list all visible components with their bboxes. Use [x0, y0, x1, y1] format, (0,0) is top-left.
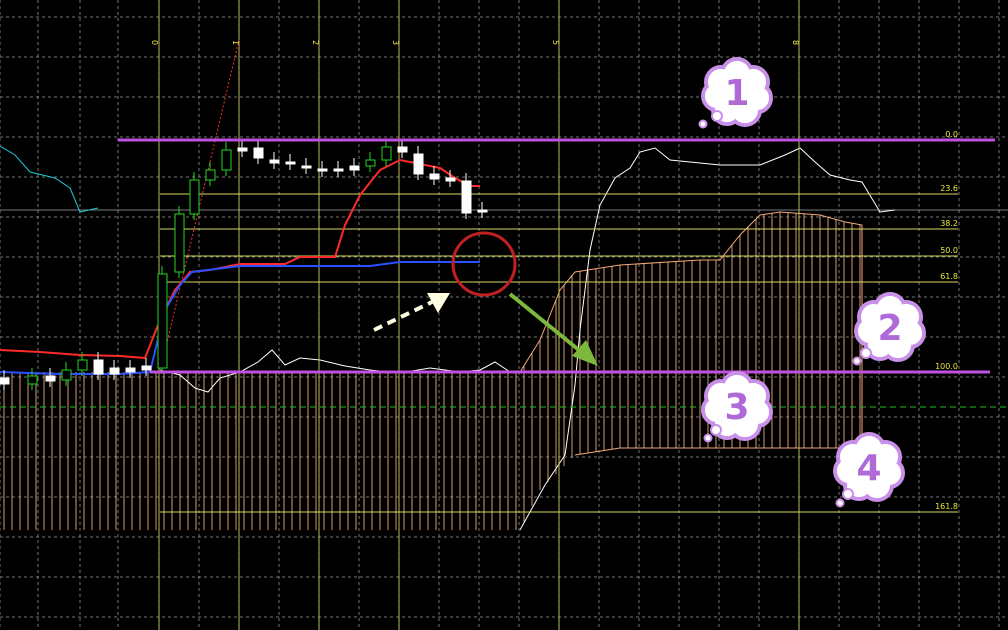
bubble-tail: [710, 424, 722, 436]
candle-body: [349, 165, 360, 171]
candle-body: [365, 159, 376, 167]
candle-body: [301, 165, 312, 169]
candle-body: [0, 377, 10, 385]
time-zone-label: 8: [791, 40, 800, 45]
fib-level-label: 161.8: [935, 502, 958, 511]
candle-body: [61, 369, 72, 381]
candle-body: [397, 146, 408, 153]
candle-body: [125, 367, 136, 373]
fib-level-label: 50.0: [940, 246, 958, 255]
bubble-tail: [842, 488, 854, 500]
bubble-tail: [860, 347, 872, 359]
candle-body: [445, 177, 456, 182]
candle-body: [141, 365, 152, 371]
candle-body: [413, 153, 424, 175]
bubble-number: 4: [856, 448, 881, 489]
fib-level-label: 23.6: [940, 184, 958, 193]
fib-level-label: 38.2: [940, 219, 958, 228]
candle-body: [77, 359, 88, 371]
candle-body: [27, 375, 38, 385]
candle-body: [93, 359, 104, 375]
candle-body: [205, 169, 216, 181]
bubble-tail: [711, 110, 723, 122]
bubble-tail: [852, 356, 862, 366]
candle-body: [269, 159, 280, 164]
time-zone-label: 0: [150, 40, 159, 45]
time-zone-label: 2: [311, 40, 320, 45]
candle-body: [109, 367, 120, 375]
candle-body: [45, 375, 56, 382]
candle-body: [253, 147, 264, 159]
candle-body: [461, 180, 472, 214]
chart-background: [0, 0, 1008, 630]
time-zone-label: 5: [551, 40, 560, 45]
time-zone-label: 3: [391, 40, 400, 45]
candle-body: [174, 213, 185, 273]
bubble-number: 2: [877, 308, 902, 349]
candle-body: [333, 168, 344, 172]
candle-body: [477, 209, 488, 213]
candle-body: [429, 173, 440, 180]
bubble-number: 1: [724, 73, 749, 114]
candle-body: [381, 146, 392, 161]
candle-body: [221, 149, 232, 171]
candle-body: [285, 161, 296, 165]
candle-body: [317, 168, 328, 172]
candle-body: [237, 147, 248, 152]
fib-level-label: 61.8: [940, 272, 958, 281]
bubble-number: 3: [724, 387, 749, 428]
candle-body: [157, 273, 168, 369]
fib-level-label: 0.0: [945, 130, 958, 139]
bubble-tail: [703, 433, 713, 443]
fib-level-label: 100.0: [935, 362, 958, 371]
bubble-tail: [698, 119, 708, 129]
chart-canvas[interactable]: 012358 0.023.638.250.061.8100.0161.8 123…: [0, 0, 1008, 630]
bubble-tail: [835, 498, 845, 508]
candle-body: [189, 179, 200, 215]
